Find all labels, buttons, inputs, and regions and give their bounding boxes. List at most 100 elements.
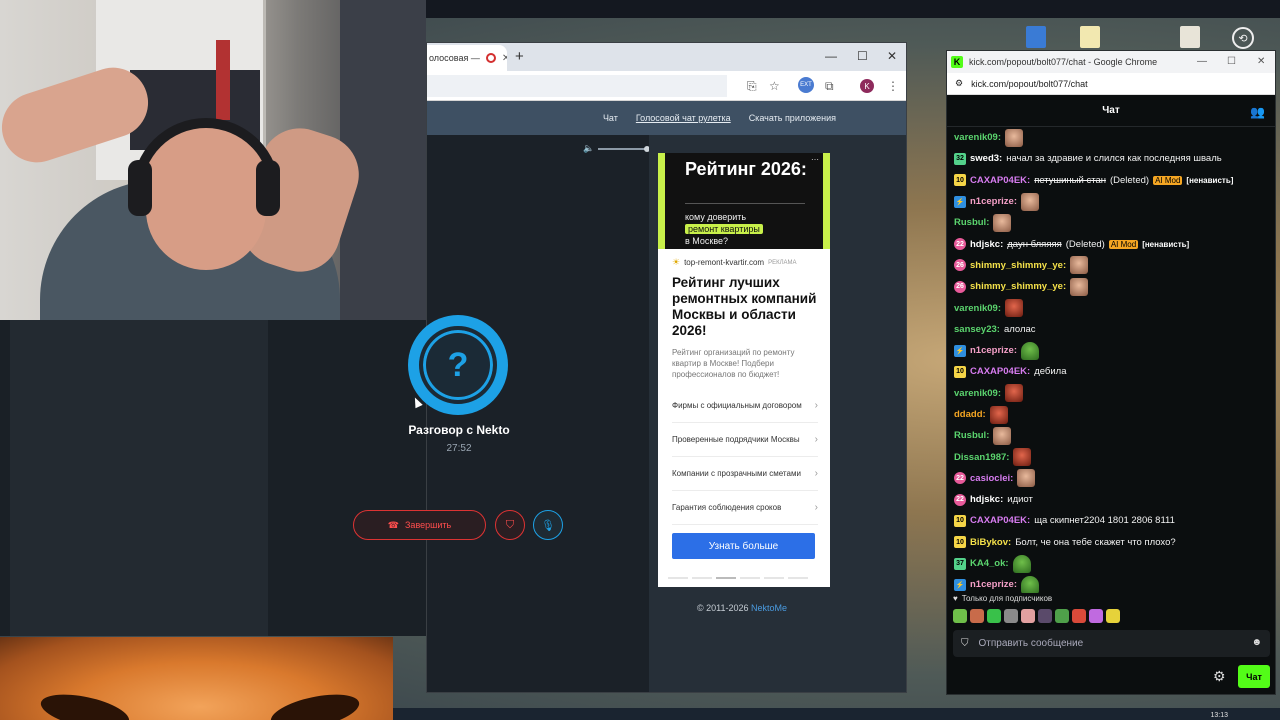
- profile-avatar[interactable]: K: [860, 79, 874, 93]
- emote-bar[interactable]: [953, 609, 1120, 623]
- cat-image-overlay: [0, 637, 393, 720]
- chat-username[interactable]: varenik09:: [954, 132, 1001, 143]
- extension-badge-icon[interactable]: EXT: [798, 77, 814, 93]
- extensions-icon[interactable]: ⧉: [825, 79, 834, 94]
- ad-divider: [685, 203, 805, 204]
- volume-control[interactable]: 🔈: [583, 143, 651, 154]
- user-badge-icon: 32: [954, 152, 966, 165]
- tab-nekto[interactable]: олосовая — ✕: [427, 45, 507, 71]
- chat-username[interactable]: Dissan1987:: [954, 452, 1009, 463]
- chat-username[interactable]: Rusbul:: [954, 430, 989, 441]
- chat-username[interactable]: varenik09:: [954, 388, 1001, 399]
- chat-message: 37 KA4_ok:: [951, 553, 1273, 574]
- address-bar: ⎘ ☆ ⧉ ⋮: [427, 71, 906, 101]
- chat-emote-icon: [993, 213, 1012, 232]
- emote-icon[interactable]: [1004, 609, 1018, 623]
- taskbar-clock[interactable]: 13:13: [1210, 712, 1228, 719]
- chat-username[interactable]: KA4_ok:: [970, 558, 1009, 569]
- nav-download-apps[interactable]: Скачать приложения: [749, 113, 836, 123]
- tab-close-icon[interactable]: ✕: [502, 53, 507, 64]
- emote-icon[interactable]: [970, 609, 984, 623]
- question-mark-icon: ?: [447, 345, 469, 384]
- user-badge-icon: 26: [954, 280, 966, 293]
- desktop-shortcut-icon[interactable]: [1026, 26, 1046, 48]
- chat-username[interactable]: CAXAP04EK:: [970, 515, 1030, 526]
- report-shield-button[interactable]: ⛉: [495, 510, 525, 540]
- new-tab-button[interactable]: +: [515, 48, 524, 65]
- close-button[interactable]: ✕: [887, 49, 897, 63]
- chat-username[interactable]: swed3:: [970, 153, 1002, 164]
- desktop-file-icon[interactable]: [1080, 26, 1100, 48]
- chat-username[interactable]: hdjskc:: [970, 239, 1003, 250]
- ad-link-item[interactable]: Фирмы с официальным договором ›: [672, 389, 818, 423]
- minimize-button[interactable]: —: [825, 49, 837, 63]
- chat-close-button[interactable]: ✕: [1257, 56, 1265, 67]
- emote-icon[interactable]: [1038, 609, 1052, 623]
- emote-icon[interactable]: [1021, 609, 1035, 623]
- user-badge-icon: 10: [954, 174, 966, 187]
- chat-send-button[interactable]: Чат: [1238, 665, 1270, 688]
- chat-username[interactable]: casioclei:: [970, 473, 1013, 484]
- shield-icon: ⛉: [505, 518, 515, 531]
- url-field[interactable]: [427, 75, 727, 97]
- chat-username[interactable]: varenik09:: [954, 303, 1001, 314]
- ad-link-item[interactable]: Проверенные подрядчики Москвы ›: [672, 423, 818, 457]
- volume-slider[interactable]: [598, 145, 651, 152]
- emote-icon[interactable]: [1072, 609, 1086, 623]
- nektome-link[interactable]: NektoMe: [751, 603, 787, 613]
- chat-username[interactable]: shimmy_shimmy_ye:: [970, 260, 1066, 271]
- chat-username[interactable]: n1ceprize:: [970, 345, 1017, 356]
- chat-maximize-button[interactable]: ☐: [1227, 56, 1236, 67]
- emote-icon[interactable]: [1106, 609, 1120, 623]
- end-call-button[interactable]: ☎ Завершить: [353, 510, 486, 540]
- user-badge-icon: 26: [954, 259, 966, 272]
- ad-banner-subtitle: кому доверить ремонт квартиры в Москве?: [685, 211, 825, 247]
- emote-icon[interactable]: [953, 609, 967, 623]
- chat-message-input[interactable]: ⛉ Отправить сообщение ☻: [953, 630, 1270, 657]
- chat-username[interactable]: sansey23:: [954, 324, 1000, 335]
- chat-username[interactable]: shimmy_shimmy_ye:: [970, 281, 1066, 292]
- restore-icon[interactable]: ⟲: [1232, 27, 1254, 49]
- ad-link-item[interactable]: Гарантия соблюдения сроков ›: [672, 491, 818, 525]
- chat-username[interactable]: n1ceprize:: [970, 196, 1017, 207]
- ad-learn-more-button[interactable]: Узнать больше: [672, 533, 815, 559]
- chat-url-bar[interactable]: ⚙ kick.com/popout/bolt077/chat: [947, 73, 1275, 95]
- install-app-icon[interactable]: ⎘: [747, 79, 757, 94]
- advertisement[interactable]: Рейтинг 2026: кому доверить ремонт кварт…: [658, 153, 830, 587]
- ad-link-label: Гарантия соблюдения сроков: [672, 503, 782, 512]
- ad-more-icon[interactable]: ⋯: [811, 155, 819, 164]
- ad-carousel-dots[interactable]: [668, 577, 808, 579]
- chat-username[interactable]: CAXAP04EK:: [970, 175, 1030, 186]
- ad-headline[interactable]: Рейтинг лучших ремонтных компаний Москвы…: [672, 275, 822, 339]
- chevron-right-icon: ›: [814, 434, 818, 445]
- chat-message: Dissan1987:: [951, 446, 1273, 467]
- ad-link-item[interactable]: Компании с прозрачными сметами ›: [672, 457, 818, 491]
- emote-icon[interactable]: [987, 609, 1001, 623]
- maximize-button[interactable]: ☐: [857, 49, 868, 63]
- deleted-label: (Deleted): [1109, 174, 1150, 186]
- chat-message: 10 CAXAP04EK: петушиный стан (Deleted) AI Mo…: [951, 170, 1273, 191]
- chat-username[interactable]: CAXAP04EK:: [970, 366, 1030, 377]
- ad-banner[interactable]: Рейтинг 2026: кому доверить ремонт кварт…: [658, 153, 830, 249]
- chat-rules-icon[interactable]: ⛉: [961, 638, 969, 649]
- emoji-icon[interactable]: ☻: [1251, 637, 1262, 648]
- chat-message-list[interactable]: varenik09: 32 swed3: начал за здравие и сли…: [951, 127, 1273, 593]
- chat-username[interactable]: Rusbul:: [954, 217, 989, 228]
- nav-voice-roulette[interactable]: Голосовой чат рулетка: [636, 113, 731, 123]
- emote-icon[interactable]: [1089, 609, 1103, 623]
- chat-minimize-button[interactable]: —: [1197, 56, 1207, 67]
- menu-kebab-icon[interactable]: ⋮: [887, 79, 899, 93]
- unknown-user-avatar: ?: [408, 315, 508, 415]
- nav-chat[interactable]: Чат: [603, 113, 618, 123]
- desktop-document-icon[interactable]: [1180, 26, 1200, 48]
- settings-gear-icon[interactable]: ⚙: [1213, 668, 1226, 685]
- chat-username[interactable]: hdjskc:: [970, 494, 1003, 505]
- site-info-icon[interactable]: ⚙: [955, 78, 963, 89]
- microphone-button[interactable]: 🎙: [533, 510, 563, 540]
- chat-username[interactable]: n1ceprize:: [970, 579, 1017, 590]
- users-icon[interactable]: 👥: [1250, 105, 1265, 119]
- chat-username[interactable]: ddadd:: [954, 409, 986, 420]
- chat-username[interactable]: BiBykov:: [970, 537, 1011, 548]
- bookmark-star-icon[interactable]: ☆: [769, 79, 780, 93]
- emote-icon[interactable]: [1055, 609, 1069, 623]
